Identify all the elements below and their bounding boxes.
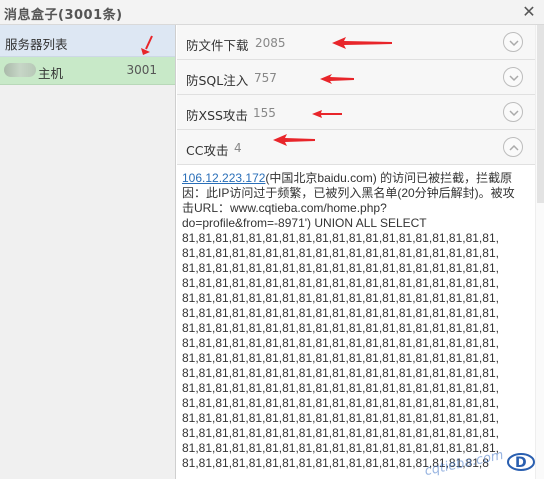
category-name: 防文件下载 (186, 38, 249, 53)
window-title: 消息盒子(3001条) (4, 8, 123, 23)
scrollbar[interactable] (535, 25, 544, 479)
detail-line: do=profile&from=-8971') UNION ALL SELECT (182, 216, 427, 230)
detail-line: 106.12.223.172(中国北京baidu.com) 的访问已被拦截，拦截… (182, 171, 530, 186)
server-name: 主机 (38, 66, 64, 81)
payload-line: 81,81,81,81,81,81,81,81,81,81,81,81,81,8… (182, 306, 499, 320)
svg-text:D: D (515, 455, 527, 471)
title-bar: 消息盒子(3001条) ✕ (0, 0, 544, 25)
category-count: 4 (234, 141, 242, 155)
payload-line: 81,81,81,81,81,81,81,81,81,81,81,81,81,8… (182, 321, 499, 335)
payload-line: 81,81,81,81,81,81,81,81,81,81,81,81,81,8… (182, 366, 499, 380)
category-row-cc-attack[interactable]: CC攻击 4 (177, 130, 535, 165)
server-sidebar: 服务器列表 主机 3001 (0, 25, 176, 479)
payload-line: 81,81,81,81,81,81,81,81,81,81,81,81,81,8… (182, 261, 499, 275)
payload-line: 81,81,81,81,81,81,81,81,81,81,81,81,81,8… (182, 351, 499, 365)
chevron-down-icon[interactable] (503, 67, 523, 87)
watermark-text: cqtieba.com (423, 447, 505, 479)
detail-line: 击URL：www.cqtieba.com/home.php? (182, 201, 387, 215)
ip-link[interactable]: 106.12.223.172 (182, 171, 265, 185)
category-row-file-download[interactable]: 防文件下载 2085 (177, 25, 535, 60)
chevron-down-icon[interactable] (503, 32, 523, 52)
category-count: 2085 (255, 36, 286, 50)
cc-attack-detail: 106.12.223.172(中国北京baidu.com) 的访问已被拦截，拦截… (182, 171, 530, 479)
category-name: 防XSS攻击 (186, 108, 248, 123)
payload-line: 81,81,81,81,81,81,81,81,81,81,81,81,81,8… (182, 246, 499, 260)
category-count: 757 (254, 71, 277, 85)
payload-line: 81,81,81,81,81,81,81,81,81,81,81,81,81,8… (182, 426, 499, 440)
payload-line: 81,81,81,81,81,81,81,81,81,81,81,81,81,8… (182, 336, 499, 350)
payload-line: 81,81,81,81,81,81,81,81,81,81,81,81,81,8… (182, 231, 499, 245)
watermark-logo-icon: D (507, 453, 535, 471)
watermark: cqtieba.com D (408, 446, 544, 479)
server-item[interactable]: 主机 3001 (0, 57, 175, 85)
server-message-count: 3001 (126, 63, 157, 77)
message-panel: 防文件下载 2085 防SQL注入 757 防XSS攻击 155 CC攻击 4 … (177, 25, 544, 479)
category-name: 防SQL注入 (186, 73, 249, 88)
payload-line: 81,81,81,81,81,81,81,81,81,81,81,81,81,8… (182, 396, 499, 410)
category-row-xss[interactable]: 防XSS攻击 155 (177, 95, 535, 130)
payload-line: 81,81,81,81,81,81,81,81,81,81,81,81,81,8… (182, 291, 499, 305)
chevron-up-icon[interactable] (503, 137, 523, 157)
scrollbar-thumb[interactable] (537, 25, 544, 203)
category-count: 155 (253, 106, 276, 120)
detail-text: (中国北京baidu.com) 的访问已被拦截，拦截原 (265, 171, 513, 185)
payload-line: 81,81,81,81,81,81,81,81,81,81,81,81,81,8… (182, 381, 499, 395)
server-name-redacted (4, 63, 36, 77)
category-name: CC攻击 (186, 143, 229, 158)
detail-line: 因：此IP访问过于频繁，已被列入黑名单(20分钟后解封)。被攻 (182, 186, 515, 200)
sidebar-header: 服务器列表 (0, 25, 175, 57)
sidebar-header-label: 服务器列表 (5, 37, 68, 52)
category-row-sql-injection[interactable]: 防SQL注入 757 (177, 60, 535, 95)
payload-line: 81,81,81,81,81,81,81,81,81,81,81,81,81,8… (182, 411, 499, 425)
chevron-down-icon[interactable] (503, 102, 523, 122)
payload-line: 81,81,81,81,81,81,81,81,81,81,81,81,81,8… (182, 276, 499, 290)
close-icon[interactable]: ✕ (520, 2, 538, 22)
